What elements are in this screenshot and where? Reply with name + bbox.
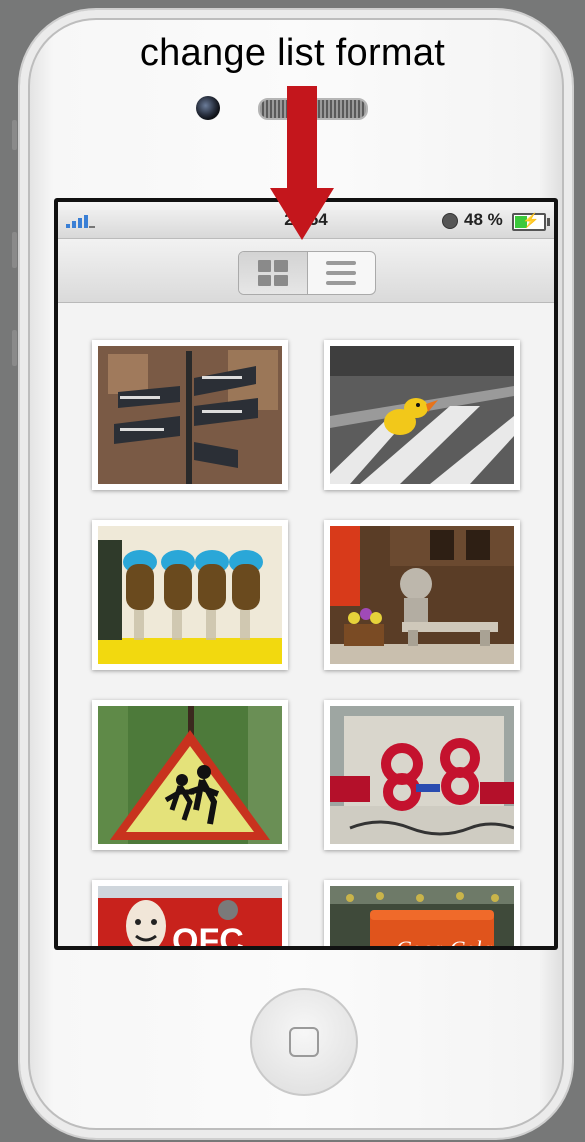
photo-thumb-children-crossing[interactable]	[92, 700, 288, 850]
duck-crosswalk-photo	[330, 346, 514, 484]
battery-charging-icon: ⚡	[512, 212, 550, 231]
photo-thumb-coca-cola-cooler[interactable]: Coca-Cola	[324, 880, 520, 946]
street-signs-photo	[98, 346, 282, 484]
phone-screen: 20:54 48 % ⚡ OFC	[54, 198, 558, 950]
photo-thumb-duck-crosswalk[interactable]	[324, 340, 520, 490]
home-button-icon	[289, 1027, 319, 1057]
volume-up-button	[12, 232, 17, 268]
grid-view-icon	[257, 260, 288, 286]
cooler-logo-text: Coca-Cola	[396, 936, 493, 946]
red-billboard-photo: OFC	[98, 886, 282, 946]
annotation-arrow-shaft	[287, 86, 317, 190]
front-camera	[196, 96, 220, 120]
mute-switch	[12, 120, 17, 150]
wreath-memorial-photo	[330, 706, 514, 844]
photo-thumb-wreath-memorial[interactable]	[324, 700, 520, 850]
annotation-arrow-icon	[270, 188, 334, 240]
photo-thumb-payphones[interactable]	[92, 520, 288, 670]
volume-down-button	[12, 330, 17, 366]
photo-grid: OFC Coca-Cola	[58, 302, 554, 946]
children-crossing-sign-photo	[98, 706, 282, 844]
view-format-segmented-control	[238, 251, 376, 295]
battery-percent: 48 %	[464, 210, 503, 229]
list-view-button[interactable]	[308, 252, 376, 294]
photo-thumb-street-signs[interactable]	[92, 340, 288, 490]
annotation-caption: change list format	[139, 32, 446, 74]
charging-bolt-icon: ⚡	[522, 212, 540, 228]
photo-thumb-statue-bench[interactable]	[324, 520, 520, 670]
statue-bench-photo	[330, 526, 514, 664]
coca-cola-cooler-photo: Coca-Cola	[330, 886, 514, 946]
wall-payphones-photo	[98, 526, 282, 664]
grid-view-button[interactable]	[239, 252, 308, 294]
navigation-toolbar	[58, 239, 554, 303]
clock-icon	[442, 213, 458, 229]
list-view-icon	[326, 261, 357, 285]
home-button[interactable]	[250, 988, 358, 1096]
photo-thumb-red-billboard[interactable]: OFC	[92, 880, 288, 946]
billboard-text: OFC	[172, 922, 244, 946]
